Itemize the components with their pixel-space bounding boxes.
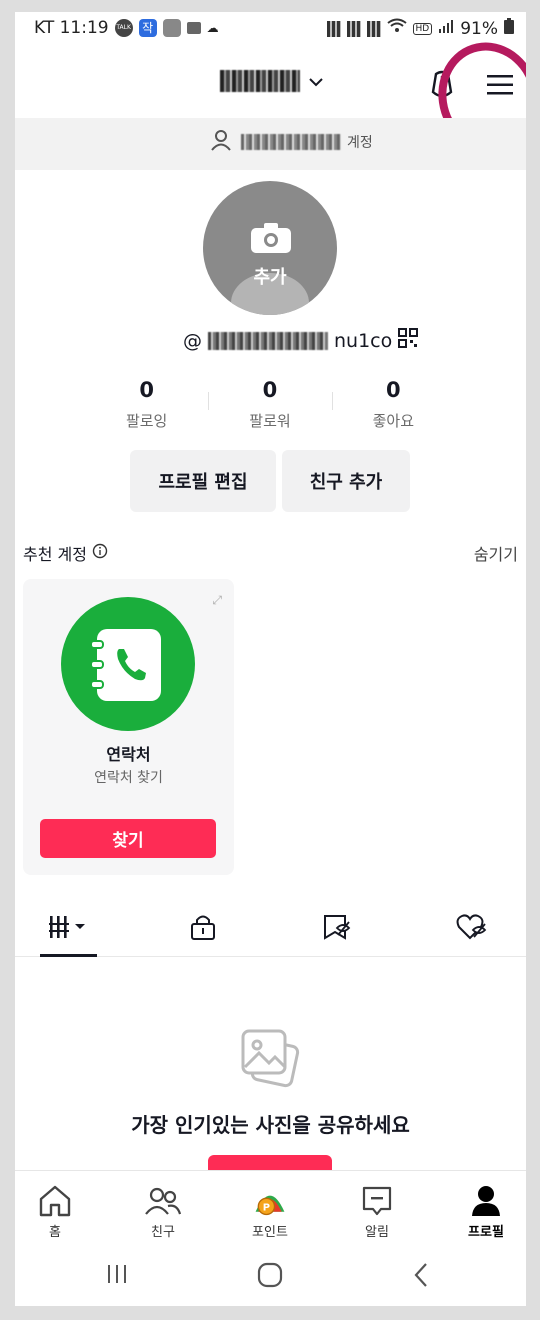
recent-apps-icon[interactable] [105,1262,129,1290]
likes-label: 좋아요 [372,412,415,430]
tab-saved[interactable] [307,902,367,956]
active-tab-indicator [40,954,97,957]
svg-text:P: P [263,1202,270,1213]
nav-inbox[interactable]: 알림 [337,1171,417,1251]
back-icon[interactable] [411,1262,431,1292]
profile-icon [468,1183,504,1219]
suggested-title: 추천 계정 [23,545,87,564]
inbox-icon [359,1183,395,1219]
contacts-icon [61,597,195,731]
battery-level: 91% [460,18,498,39]
content-tabs [15,902,526,957]
home-button-icon[interactable] [257,1262,283,1292]
suggested-header: 추천 계정 [23,541,108,565]
wifi-icon [386,18,407,39]
empty-state-text: 가장 인기있는 사진을 공유하세요 [131,1113,410,1137]
status-bar: KT 11:19 TALK 작 ☁ HD 91% [15,12,526,46]
add-friend-button[interactable]: 친구 추가 [282,450,410,512]
profile-stats: 0 팔로잉 0 팔로워 0 좋아요 [85,378,455,438]
followers-count: 0 [262,378,278,402]
nav-points[interactable]: P 포인트 [230,1171,310,1251]
username-suffix: nu1co [334,329,393,352]
username-row: @ nu1co [183,328,419,353]
switch-account-blurred [241,134,341,150]
nav-points-label: 포인트 [252,1225,288,1240]
points-icon: P [252,1183,288,1219]
info-icon[interactable] [92,543,108,563]
switch-account-row[interactable]: 계정 [211,129,373,155]
following-count: 0 [139,378,154,402]
nav-friends-label: 친구 [151,1225,175,1240]
username-blurred [208,331,328,350]
edit-profile-button[interactable]: 프로필 편집 [130,450,276,512]
vibrate-icon [326,20,341,37]
avatar-add-label: 추가 [253,267,287,288]
likes-count: 0 [386,378,401,402]
nav-home-label: 홈 [49,1225,61,1240]
find-contacts-button[interactable]: 찾기 [40,819,216,858]
stat-following[interactable]: 0 팔로잉 [85,378,208,438]
dismiss-card-icon[interactable]: ⤢ [212,593,222,608]
tab-videos-grid[interactable] [39,902,99,956]
home-icon [37,1183,73,1219]
carrier-time: KT 11:19 [34,18,109,38]
friends-icon [145,1183,181,1219]
nav-inbox-label: 알림 [365,1225,389,1240]
contacts-suggestion-card: ⤢ 연락처 연락처 찾기 찾기 [23,579,234,875]
nav-friends[interactable]: 친구 [123,1171,203,1251]
liked-icon [456,913,488,945]
switch-account-label: 계정 [347,135,373,151]
contacts-card-name: 연락처 [106,745,151,764]
chevron-down-icon [308,70,324,92]
contacts-card-subtitle: 연락처 찾기 [94,770,163,786]
nav-profile-label: 프로필 [468,1225,504,1240]
screen-icon [186,22,201,34]
camera-icon [251,223,291,253]
following-label: 팔로잉 [125,412,168,430]
tab-private[interactable] [173,902,233,956]
hd-icon: HD [412,22,433,35]
nav-home[interactable]: 홈 [15,1171,95,1251]
phone-screen: KT 11:19 TALK 작 ☁ HD 91% 계정 추가 @ nu1co 0… [15,12,526,1306]
stat-followers[interactable]: 0 팔로워 [208,378,331,438]
account-switcher[interactable] [220,70,324,92]
lock-icon [190,913,216,945]
mute-icon [366,20,381,37]
followers-label: 팔로워 [249,412,291,430]
nav-profile[interactable]: 프로필 [446,1171,526,1251]
bottom-nav: 홈 친구 P 포인트 알림 프로필 [15,1170,526,1250]
signal-icon [438,18,454,39]
hide-suggested-link[interactable]: 숨기기 [474,541,518,565]
qr-code-icon[interactable] [398,328,419,353]
talk-icon: TALK [114,19,133,37]
system-nav-bar [15,1250,526,1306]
cloud-icon: ☁ [206,21,219,35]
avatar[interactable]: 추가 [203,181,337,315]
username-prefix: @ [183,329,202,352]
account-name [220,70,300,92]
stat-likes[interactable]: 0 좋아요 [331,378,455,438]
alarm-icon [346,20,361,37]
bookmark-icon [322,913,352,945]
grid-icon [47,914,91,944]
photos-icon [237,1025,303,1091]
tab-liked[interactable] [442,902,502,956]
ja-icon: 작 [138,19,157,37]
user-switch-icon [211,129,235,155]
battery-icon [504,18,514,39]
gallery-icon [162,19,181,37]
